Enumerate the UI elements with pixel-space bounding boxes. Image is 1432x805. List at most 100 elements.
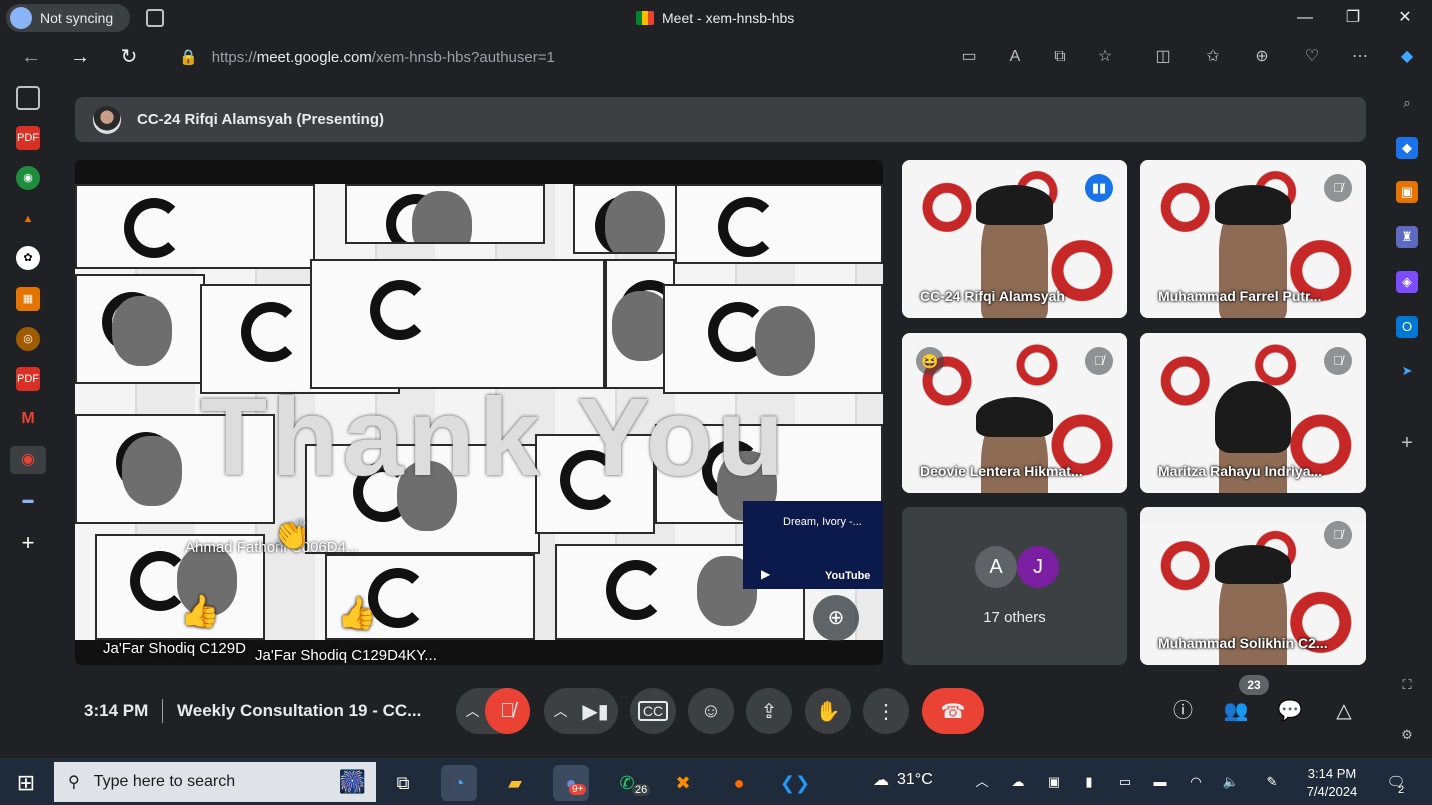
reload-button[interactable]: ↻ <box>118 46 140 68</box>
reactions-button[interactable]: ☺ <box>688 688 734 734</box>
meeting-info-icon[interactable]: ⓘ <box>1169 697 1197 725</box>
collections-icon[interactable]: ⊕ <box>1251 46 1273 68</box>
presentation-name-tag: Ja'Far Shodiq C129D4KY... <box>255 647 437 664</box>
participant-name: Muhammad Farrel Putr... <box>1158 288 1322 304</box>
favorites-icon[interactable]: ✩ <box>1202 46 1224 68</box>
close-button[interactable]: ✕ <box>1390 6 1420 30</box>
right-sidebar <box>1384 77 1432 758</box>
tab-actions-icon[interactable] <box>16 86 40 110</box>
meet-tray-icon[interactable]: ▣ <box>1045 773 1063 791</box>
more-options-button[interactable]: ⋮ <box>863 688 909 734</box>
raise-hand-button[interactable]: ✋ <box>805 688 851 734</box>
clock-date: 7/4/2024 <box>1306 784 1358 799</box>
participant-tile[interactable]: ▮▮ CC-24 Rifqi Alamsyah <box>902 160 1127 318</box>
participants-count-badge: 23 <box>1239 675 1269 695</box>
restore-button[interactable]: ❐ <box>1338 6 1368 30</box>
edge-icon[interactable]: ◔ <box>441 765 477 801</box>
shared-screen[interactable]: Thank You Ahmad Fathoni C006D4... 👏 👍 👍 … <box>75 160 883 665</box>
chat-icon[interactable]: 💬 <box>1276 697 1304 725</box>
screenshot-thumbnail <box>573 184 678 254</box>
send-icon[interactable]: ➤ <box>1396 360 1418 382</box>
mic-off-button[interactable]: 🎙̸ <box>485 688 530 734</box>
workspaces-icon[interactable] <box>146 9 164 27</box>
camera-in-use-icon[interactable]: ▭ <box>958 46 980 68</box>
others-tile[interactable] <box>902 507 1127 665</box>
play-icon[interactable]: ▶ <box>761 567 770 581</box>
window-title: Meet - xem-hnsb-hbs <box>636 10 794 26</box>
tray-overflow-icon[interactable]: ︿ <box>973 773 991 791</box>
leave-call-button[interactable]: ☎ <box>922 688 984 734</box>
people-icon[interactable]: 👥 <box>1222 697 1250 725</box>
participant-name: Maritza Rahayu Indriya... <box>1158 463 1323 479</box>
notifications-icon[interactable]: 🗨 <box>1384 771 1408 795</box>
favorite-star-icon[interactable]: ☆ <box>1094 46 1116 68</box>
read-aloud-icon[interactable]: A <box>1004 46 1026 68</box>
battery-icon[interactable]: ▬ <box>1151 773 1169 791</box>
profile-button[interactable]: Not syncing <box>6 4 130 32</box>
m365-icon[interactable]: ◈ <box>1396 271 1418 293</box>
app-orange-icon[interactable]: ▦ <box>16 287 40 311</box>
back-button[interactable]: ← <box>20 46 42 68</box>
immersive-reader-icon[interactable]: ⧉ <box>1049 46 1071 68</box>
pdf-icon[interactable]: PDF <box>16 126 40 150</box>
activities-icon[interactable]: △ <box>1330 697 1358 725</box>
app-blue-icon[interactable]: ▬ <box>16 488 40 512</box>
postman-icon[interactable]: ● <box>721 765 757 801</box>
participant-tile[interactable]: 🎙̸ Maritza Rahayu Indriya... <box>1140 333 1366 493</box>
volume-icon[interactable]: 🔈 <box>1222 773 1240 791</box>
add-app-icon[interactable]: + <box>16 531 40 555</box>
copilot-icon[interactable]: ◆ <box>1396 46 1418 68</box>
participant-tile[interactable]: 🎙̸ Muhammad Solikhin C2... <box>1140 507 1366 665</box>
address-bar[interactable]: 🔒 https://meet.google.com/xem-hnsb-hbs?a… <box>163 42 1131 72</box>
chatgpt-icon[interactable]: ✿ <box>16 246 40 270</box>
more-menu-icon[interactable]: ⋯ <box>1349 46 1371 68</box>
end-call-icon: ☎ <box>940 700 966 723</box>
youtube-brand: YouTube <box>825 570 871 582</box>
tag-icon[interactable]: ◆ <box>1396 137 1418 159</box>
games-icon[interactable]: ♜ <box>1396 226 1418 248</box>
wifi-icon[interactable]: ◠ <box>1187 773 1205 791</box>
pen-icon[interactable]: ✎ <box>1263 773 1281 791</box>
xampp-icon[interactable]: ✖ <box>665 765 701 801</box>
recorder-icon[interactable]: ◉ <box>10 446 46 474</box>
minimize-button[interactable]: — <box>1290 6 1320 30</box>
taskbar-clock[interactable]: 3:14 PM 7/4/2024 <box>1300 765 1364 801</box>
add-sidebar-app-icon[interactable]: + <box>1396 432 1418 454</box>
forward-button[interactable]: → <box>69 46 91 68</box>
pdf-icon-2[interactable]: PDF <box>16 367 40 391</box>
toolbox-icon[interactable]: ▣ <box>1396 181 1418 203</box>
camera-button[interactable]: ▶▮ <box>573 688 618 734</box>
avatar: A <box>975 546 1017 588</box>
taskbar-search-input[interactable]: ⚲ Type here to search 🎆 <box>54 762 376 802</box>
onedrive-icon[interactable]: ☁ <box>1009 773 1027 791</box>
captions-button[interactable]: CC <box>630 688 676 734</box>
present-button[interactable]: ⇪ <box>746 688 792 734</box>
cloud-icon: ☁ <box>873 772 889 789</box>
app-green-icon[interactable]: ◉ <box>16 166 40 190</box>
vscode-icon[interactable]: ❮❯ <box>777 765 813 801</box>
split-screen-icon[interactable]: ◫ <box>1152 46 1174 68</box>
participant-tile[interactable]: 🎙̸ Muhammad Farrel Putr... <box>1140 160 1366 318</box>
usb-icon[interactable]: ▮ <box>1080 773 1098 791</box>
app-tower-icon[interactable]: ▲ <box>16 207 40 231</box>
settings-gear-icon[interactable]: ⚙ <box>1396 724 1418 746</box>
search-icon[interactable]: ⌕ <box>1396 92 1418 114</box>
app-brown-icon[interactable]: ◎ <box>16 327 40 351</box>
discord-icon[interactable]: ● <box>553 765 589 801</box>
presenting-label: CC-24 Rifqi Alamsyah (Presenting) <box>137 111 384 128</box>
mic-off-icon: 🎙̸ <box>1324 347 1352 375</box>
windows-start-icon[interactable]: ⊞ <box>14 771 38 795</box>
outlook-icon[interactable]: O <box>1396 316 1418 338</box>
zoom-icon[interactable]: ⊕ <box>813 595 859 641</box>
weather-widget[interactable]: ☁ 31°C <box>873 770 933 790</box>
screen-icon[interactable]: ▭ <box>1116 773 1134 791</box>
file-explorer-icon[interactable]: ▰ <box>497 765 533 801</box>
meet-logo-icon <box>636 11 654 25</box>
discord-badge: 9+ <box>569 784 587 795</box>
task-view-icon[interactable]: ⧉ <box>385 765 421 801</box>
gmail-icon[interactable]: M <box>16 407 40 431</box>
screenshot-icon[interactable]: ⛶ <box>1396 674 1418 696</box>
participant-tile[interactable]: 😆 🎙̸ Deovie Lentera Hikmat... <box>902 333 1127 493</box>
youtube-mini-player[interactable]: Dream, Ivory -... ▶ YouTube <box>743 501 883 589</box>
browser-essentials-icon[interactable]: ♡ <box>1301 46 1323 68</box>
